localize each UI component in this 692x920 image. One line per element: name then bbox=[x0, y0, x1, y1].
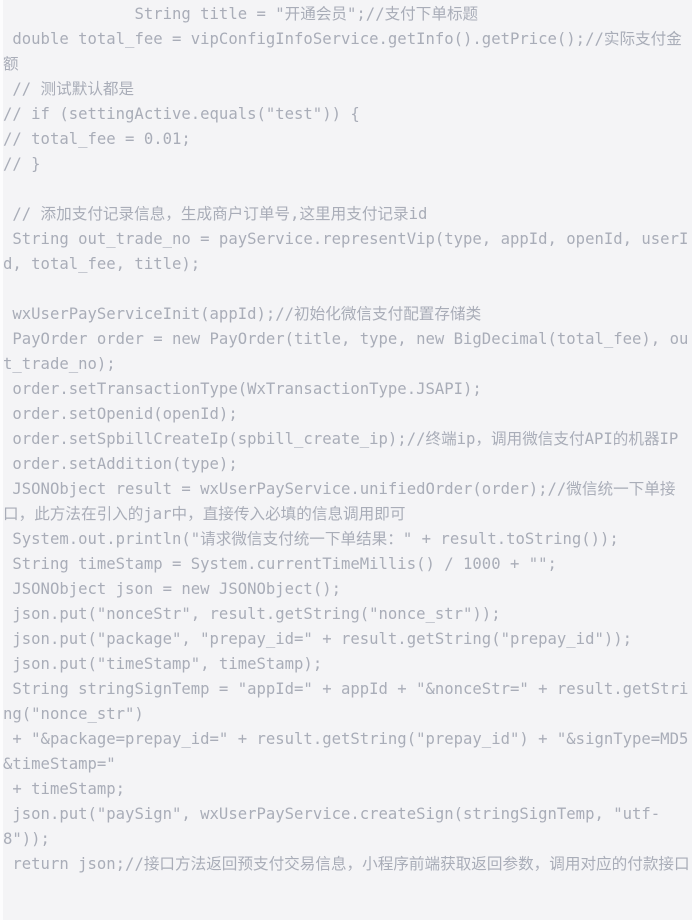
code-line: String out_trade_no = payService.represe… bbox=[3, 230, 689, 273]
code-line: // 添加支付记录信息，生成商户订单号,这里用支付记录id bbox=[3, 205, 428, 223]
code-text-block: String title = "开通会员";//支付下单标题 double to… bbox=[3, 2, 692, 877]
code-line: JSONObject json = new JSONObject(); bbox=[3, 580, 341, 598]
code-line: // if (settingActive.equals("test")) { bbox=[3, 105, 360, 123]
code-line: String stringSignTemp = "appId=" + appId… bbox=[3, 680, 689, 723]
code-line: order.setTransactionType(WxTransactionTy… bbox=[3, 380, 482, 398]
code-line: json.put("paySign", wxUserPayService.cre… bbox=[3, 805, 661, 848]
code-line: PayOrder order = new PayOrder(title, typ… bbox=[3, 330, 689, 373]
code-line: json.put("nonceStr", result.getString("n… bbox=[3, 605, 501, 623]
code-line: order.setOpenid(openId); bbox=[3, 405, 238, 423]
code-line: // total_fee = 0.01; bbox=[3, 130, 191, 148]
code-line: order.setSpbillCreateIp(spbill_create_ip… bbox=[3, 430, 679, 448]
code-line: // 测试默认都是 bbox=[3, 80, 135, 98]
code-line: String title = "开通会员";//支付下单标题 bbox=[3, 5, 479, 23]
code-line: + timeStamp; bbox=[3, 780, 126, 798]
code-line: + "&package=prepay_id=" + result.getStri… bbox=[3, 730, 689, 773]
code-line: // } bbox=[3, 155, 41, 173]
code-line: System.out.println("请求微信支付统一下单结果：" + res… bbox=[3, 530, 619, 548]
code-line: return json;//接口方法返回预支付交易信息，小程序前端获取返回参数，… bbox=[3, 855, 690, 873]
code-line: JSONObject result = wxUserPayService.uni… bbox=[3, 480, 676, 523]
code-line: json.put("timeStamp", timeStamp); bbox=[3, 655, 323, 673]
code-snippet-viewer: String title = "开通会员";//支付下单标题 double to… bbox=[0, 0, 692, 920]
code-line: json.put("package", "prepay_id=" + resul… bbox=[3, 630, 633, 648]
code-line: wxUserPayServiceInit(appId);//初始化微信支付配置存… bbox=[3, 305, 482, 323]
code-line: double total_fee = vipConfigInfoService.… bbox=[3, 30, 682, 73]
code-line: order.setAddition(type); bbox=[3, 455, 238, 473]
code-line: String timeStamp = System.currentTimeMil… bbox=[3, 555, 557, 573]
